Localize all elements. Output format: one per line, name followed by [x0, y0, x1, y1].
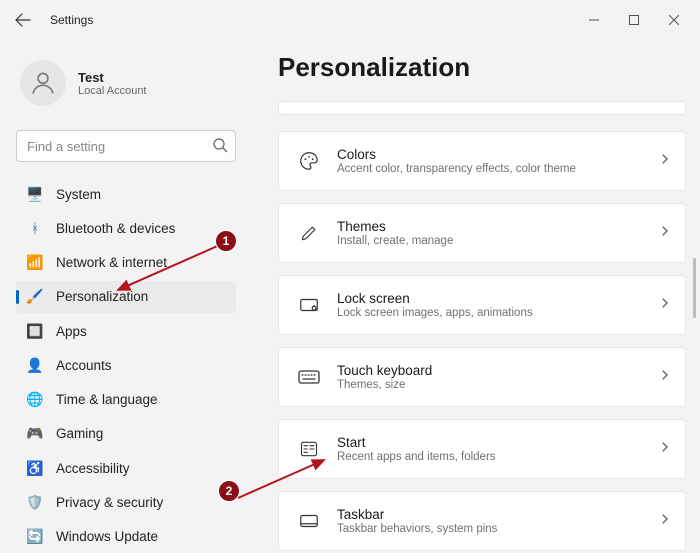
avatar: [20, 60, 66, 106]
nav-icon: 🛡️: [26, 494, 44, 512]
nav-icon: 🖥️: [26, 185, 44, 203]
sidebar-item-system[interactable]: 🖥️ System: [16, 178, 236, 210]
nav-icon: ♿: [26, 459, 44, 477]
nav-label: Personalization: [56, 289, 148, 304]
card-desc: Install, create, manage: [337, 235, 659, 247]
sidebar-item-gaming[interactable]: 🎮 Gaming: [16, 418, 236, 450]
setting-card-colors[interactable]: Colors Accent color, transparency effect…: [278, 131, 686, 191]
setting-card-touch-keyboard[interactable]: Touch keyboard Themes, size: [278, 347, 686, 407]
sidebar-item-windows-update[interactable]: 🔄 Windows Update: [16, 521, 236, 553]
account-type: Local Account: [78, 85, 147, 97]
search-wrap: [16, 130, 236, 162]
nav-icon: 🔄: [26, 528, 44, 546]
sidebar-item-bluetooth-devices[interactable]: ᚼ Bluetooth & devices: [16, 212, 236, 244]
sidebar-item-accessibility[interactable]: ♿ Accessibility: [16, 452, 236, 484]
search-input[interactable]: [16, 130, 236, 162]
annotation-badge-2: 2: [218, 480, 240, 502]
nav-label: Windows Update: [56, 529, 158, 544]
annotation-badge-1: 1: [215, 230, 237, 252]
page-title: Personalization: [278, 52, 686, 83]
nav-icon: 📶: [26, 254, 44, 272]
sidebar-item-network-internet[interactable]: 📶 Network & internet: [16, 247, 236, 279]
palette-icon: [293, 150, 325, 172]
chevron-right-icon: [659, 368, 671, 386]
search-icon: [212, 137, 228, 158]
start-icon: [293, 439, 325, 459]
lock-icon: [293, 294, 325, 316]
nav-label: Time & language: [56, 392, 158, 407]
card-desc: Accent color, transparency effects, colo…: [337, 163, 659, 175]
card-desc: Lock screen images, apps, animations: [337, 307, 659, 319]
setting-card-start[interactable]: Start Recent apps and items, folders: [278, 419, 686, 479]
chevron-right-icon: [659, 440, 671, 458]
top-slab[interactable]: [278, 101, 686, 115]
chevron-right-icon: [659, 296, 671, 314]
nav-label: Accessibility: [56, 461, 130, 476]
card-desc: Themes, size: [337, 379, 659, 391]
nav-icon: 👤: [26, 356, 44, 374]
card-desc: Taskbar behaviors, system pins: [337, 523, 659, 535]
titlebar: Settings: [0, 0, 700, 40]
pencil-icon: [293, 223, 325, 243]
window-title: Settings: [50, 13, 93, 27]
sidebar-item-personalization[interactable]: 🖌️ Personalization: [16, 281, 236, 313]
sidebar-item-apps[interactable]: 🔲 Apps: [16, 315, 236, 347]
nav-label: Accounts: [56, 358, 112, 373]
nav-label: Network & internet: [56, 255, 167, 270]
account-name: Test: [78, 70, 147, 85]
sidebar-item-time-language[interactable]: 🌐 Time & language: [16, 384, 236, 416]
sidebar-item-accounts[interactable]: 👤 Accounts: [16, 349, 236, 381]
minimize-button[interactable]: [574, 5, 614, 35]
card-label: Lock screen: [337, 291, 659, 306]
sidebar: Test Local Account 🖥️ System ᚼ Bluetooth & …: [0, 40, 248, 553]
card-label: Colors: [337, 147, 659, 162]
back-button[interactable]: [6, 3, 40, 37]
chevron-right-icon: [659, 224, 671, 242]
maximize-button[interactable]: [614, 5, 654, 35]
chevron-right-icon: [659, 512, 671, 530]
nav-label: Privacy & security: [56, 495, 163, 510]
card-desc: Recent apps and items, folders: [337, 451, 659, 463]
setting-card-lock-screen[interactable]: Lock screen Lock screen images, apps, an…: [278, 275, 686, 335]
close-button[interactable]: [654, 5, 694, 35]
nav-icon: 🌐: [26, 391, 44, 409]
nav-icon: 🎮: [26, 425, 44, 443]
nav-label: Gaming: [56, 426, 103, 441]
nav-icon: 🔲: [26, 322, 44, 340]
keyboard-icon: [293, 367, 325, 387]
sidebar-item-privacy-security[interactable]: 🛡️ Privacy & security: [16, 486, 236, 518]
card-label: Start: [337, 435, 659, 450]
nav-label: Bluetooth & devices: [56, 221, 175, 236]
nav-label: System: [56, 187, 101, 202]
setting-card-taskbar[interactable]: Taskbar Taskbar behaviors, system pins: [278, 491, 686, 551]
card-label: Taskbar: [337, 507, 659, 522]
person-icon: [29, 69, 57, 97]
nav-icon: ᚼ: [26, 219, 44, 237]
account-block[interactable]: Test Local Account: [16, 50, 240, 124]
card-label: Touch keyboard: [337, 363, 659, 378]
chevron-right-icon: [659, 152, 671, 170]
nav-icon: 🖌️: [26, 288, 44, 306]
main-content: Personalization Colors Accent color, tra…: [248, 40, 700, 553]
back-arrow-icon: [15, 12, 31, 28]
nav-label: Apps: [56, 324, 87, 339]
setting-card-themes[interactable]: Themes Install, create, manage: [278, 203, 686, 263]
taskbar-icon: [293, 511, 325, 531]
nav-list: 🖥️ System ᚼ Bluetooth & devices 📶 Network & i…: [16, 178, 240, 553]
scrollbar-thumb[interactable]: [693, 258, 696, 318]
card-label: Themes: [337, 219, 659, 234]
window-controls: [574, 5, 694, 35]
